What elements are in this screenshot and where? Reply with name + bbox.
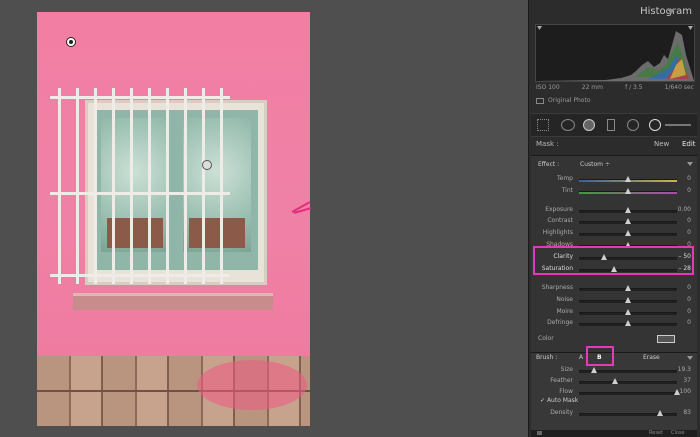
slider-label: Defringe: [547, 319, 573, 326]
slider-row-noise: Noise 0: [531, 295, 697, 306]
iso-value: ISO 100: [536, 84, 560, 91]
brush-size-value[interactable]: 19.3: [678, 366, 691, 373]
color-label: Color: [538, 335, 554, 342]
brush-feather-row: Feather 37: [531, 376, 697, 387]
slider-row-temp: Temp 0: [531, 174, 697, 185]
histogram-graph: [536, 26, 694, 81]
close-button[interactable]: Close: [671, 430, 685, 436]
slider-value[interactable]: 0: [687, 296, 691, 303]
shutter-value: 1/640 sec: [664, 84, 694, 91]
graffiti-mark: [291, 201, 312, 214]
effect-label: Effect :: [538, 161, 560, 168]
effect-collapse-icon[interactable]: [687, 162, 693, 166]
histogram: [535, 24, 695, 82]
brush-size-row: Size 19.3: [531, 365, 697, 376]
adjustment-brush-icon[interactable]: [649, 119, 661, 131]
slider-thumb[interactable]: [625, 218, 631, 224]
mask-pin-icon[interactable]: [66, 37, 76, 47]
slider-thumb[interactable]: [625, 188, 631, 194]
slider-thumb[interactable]: [625, 176, 631, 182]
mask-new-button[interactable]: New: [654, 140, 669, 148]
brush-a-button[interactable]: A: [579, 354, 583, 361]
tool-strip: [531, 113, 697, 137]
mask-edit-button[interactable]: Edit: [682, 140, 696, 148]
checkbox-icon[interactable]: [536, 97, 544, 104]
tool-slider-icon[interactable]: [665, 124, 691, 126]
brush-flow-track[interactable]: [579, 392, 677, 395]
radial-filter-icon[interactable]: [627, 119, 639, 131]
slider-thumb[interactable]: [625, 297, 631, 303]
slider-row-moire: Moire 0: [531, 307, 697, 318]
slider-thumb[interactable]: [625, 309, 631, 315]
brush-density-value[interactable]: 83: [683, 409, 691, 416]
crop-icon[interactable]: [537, 119, 549, 131]
slider-value[interactable]: 0.00: [678, 206, 691, 213]
slider-value[interactable]: 0: [687, 319, 691, 326]
reset-button[interactable]: Reset: [649, 430, 663, 436]
focal-value: 22 mm: [581, 84, 603, 91]
auto-mask-label: Auto Mask: [546, 397, 579, 404]
brush-density-thumb[interactable]: [657, 410, 664, 416]
slider-value[interactable]: 0: [687, 229, 691, 236]
brush-size-label: Size: [560, 366, 573, 373]
brush-collapse-icon[interactable]: [687, 356, 693, 360]
slider-label: Contrast: [547, 217, 573, 224]
window-bars: [50, 88, 230, 284]
slider-value[interactable]: 0: [687, 187, 691, 194]
brush-flow-value[interactable]: 100: [680, 388, 691, 395]
brush-feather-label: Feather: [550, 377, 573, 384]
histogram-info: ISO 100 22 mm f / 3.5 1/640 sec: [536, 84, 694, 91]
original-photo-toggle[interactable]: Original Photo: [536, 97, 591, 104]
slider-row-contrast: Contrast 0: [531, 216, 697, 227]
graduated-filter-icon[interactable]: [607, 119, 615, 131]
slider-row-sharpness: Sharpness 0: [531, 283, 697, 294]
slider-thumb[interactable]: [625, 230, 631, 236]
brush-feather-track[interactable]: [579, 381, 677, 384]
panel-bottom-bar: Reset Close: [531, 430, 697, 437]
brush-b-highlight: [586, 346, 614, 366]
slider-value[interactable]: 0: [687, 217, 691, 224]
red-eye-icon[interactable]: [583, 119, 595, 131]
slider-row-tint: Tint 0: [531, 186, 697, 197]
slider-label: Tint: [561, 187, 573, 194]
brush-density-label: Density: [550, 409, 573, 416]
mask-label: Mask :: [536, 140, 559, 148]
brush-label: Brush :: [536, 354, 558, 361]
color-swatch[interactable]: [657, 335, 675, 343]
slider-row-exposure: Exposure 0.00: [531, 205, 697, 216]
brush-feather-value[interactable]: 37: [683, 377, 691, 384]
slider-label: Exposure: [545, 206, 573, 213]
image-canvas[interactable]: [0, 0, 528, 437]
slider-label: Highlights: [542, 229, 573, 236]
slider-row-highlights: Highlights 0: [531, 228, 697, 239]
slider-thumb[interactable]: [625, 285, 631, 291]
color-row: Color: [538, 335, 688, 343]
slider-row-defringe: Defringe 0: [531, 318, 697, 329]
panel-toggle-icon[interactable]: [537, 431, 542, 435]
slider-label: Noise: [556, 296, 573, 303]
slider-label: Temp: [557, 175, 573, 182]
slider-value[interactable]: 0: [687, 175, 691, 182]
collapse-arrow-icon[interactable]: [667, 9, 675, 14]
slider-value[interactable]: 0: [687, 308, 691, 315]
aperture-value: f / 3.5: [625, 84, 643, 91]
brush-pin-icon[interactable]: [202, 160, 212, 170]
window-sill: [73, 293, 273, 310]
brush-stroke: [197, 360, 307, 410]
brush-flow-label: Flow: [559, 388, 573, 395]
spot-removal-icon[interactable]: [561, 119, 575, 131]
clarity-saturation-highlight: [533, 246, 694, 275]
brush-feather-thumb[interactable]: [612, 378, 619, 384]
brush-erase-button[interactable]: Erase: [643, 354, 660, 361]
brush-size-thumb[interactable]: [590, 367, 597, 373]
slider-label: Moire: [556, 308, 573, 315]
slider-value[interactable]: 0: [687, 284, 691, 291]
auto-mask-toggle[interactable]: ✓ Auto Mask: [540, 397, 578, 404]
effect-preset-select[interactable]: Custom ÷: [580, 161, 610, 168]
slider-label: Sharpness: [541, 284, 573, 291]
slider-thumb[interactable]: [625, 207, 631, 213]
brush-density-row: Density 83: [531, 408, 697, 419]
checkmark-icon[interactable]: ✓: [540, 397, 545, 404]
slider-thumb[interactable]: [625, 320, 631, 326]
